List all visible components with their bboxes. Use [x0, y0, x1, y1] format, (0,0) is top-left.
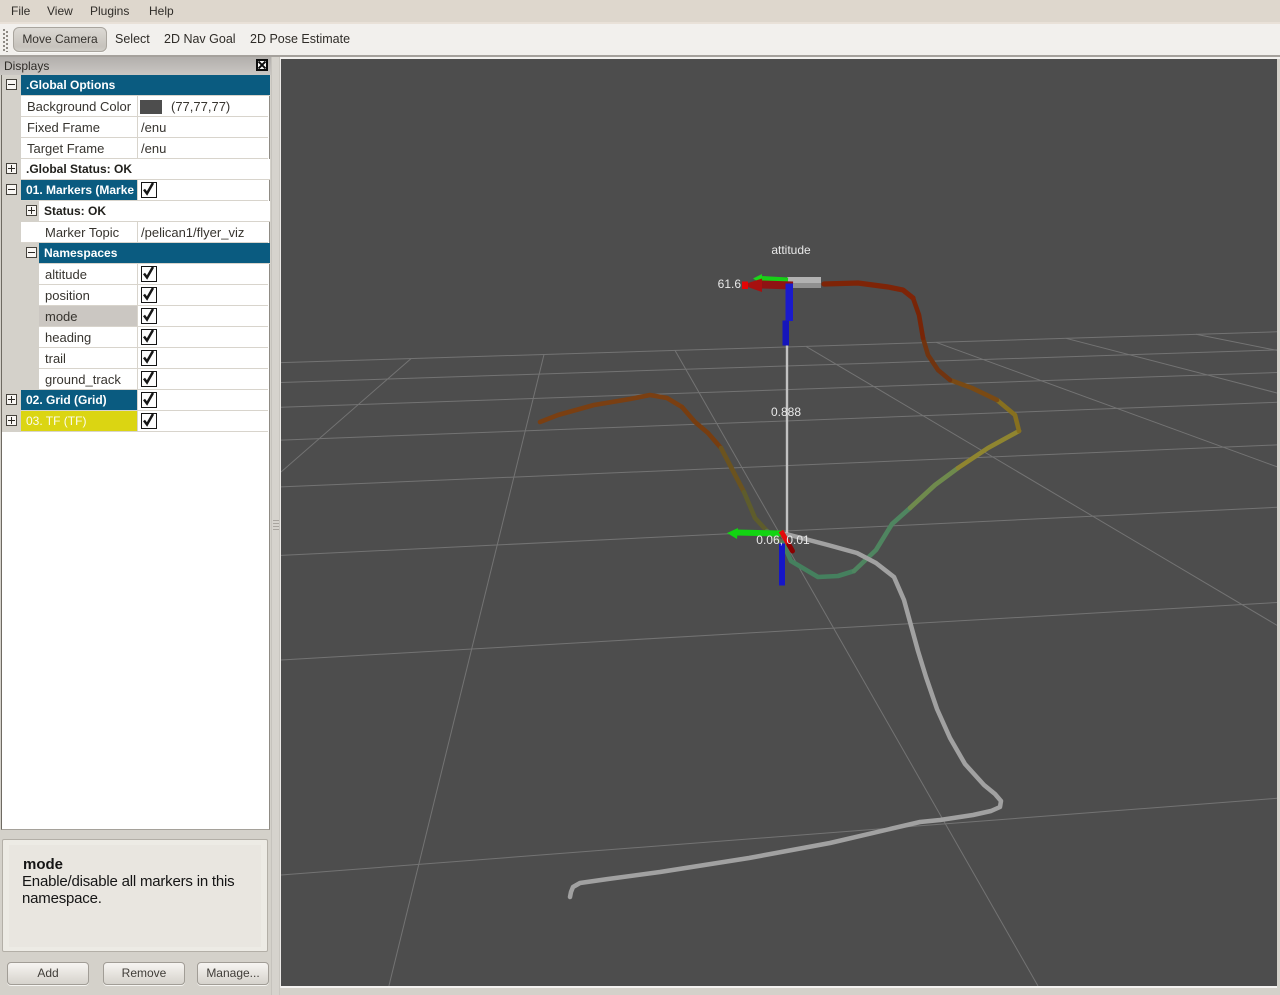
svg-text:0.06, 0.01: 0.06, 0.01	[756, 533, 810, 547]
svg-text:attitude: attitude	[771, 243, 811, 257]
svg-text:0.888: 0.888	[771, 405, 801, 419]
svg-text:61.6: 61.6	[718, 277, 742, 291]
